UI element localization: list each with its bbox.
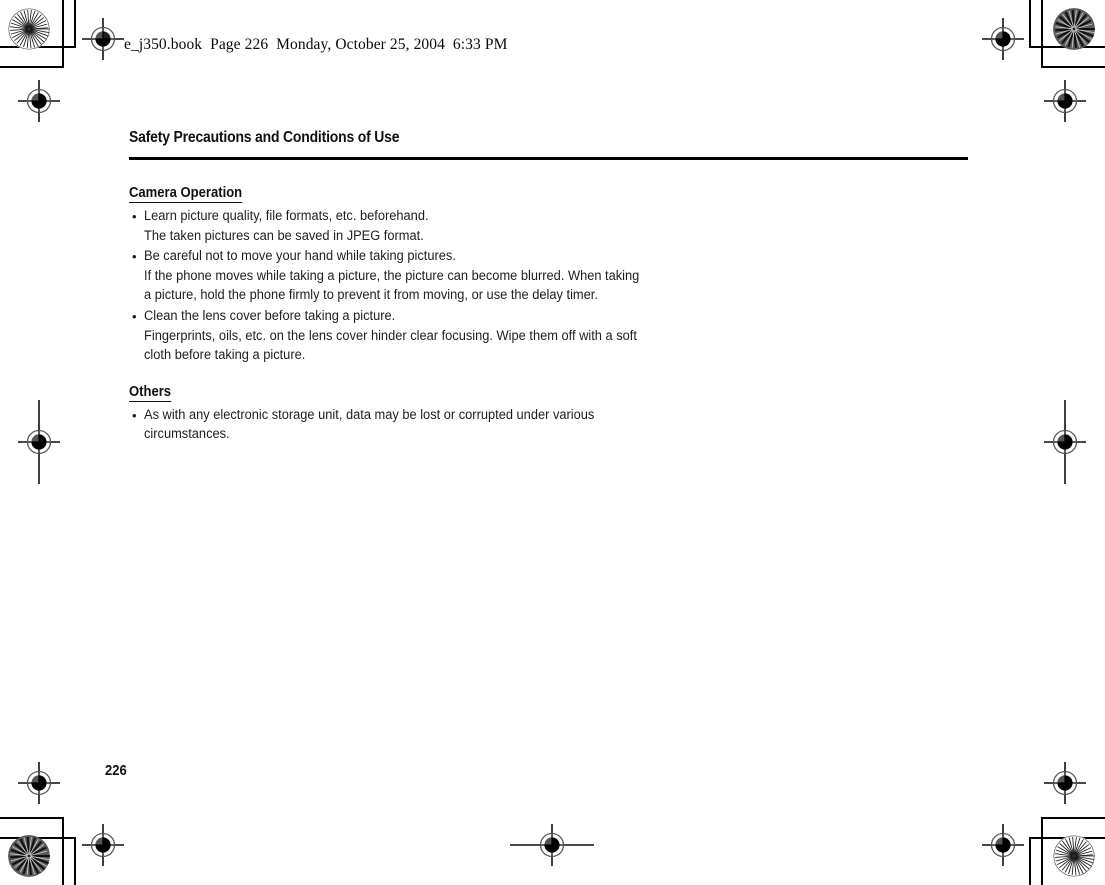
- bullet-list-camera-operation: Learn picture quality, file formats, etc…: [129, 207, 969, 366]
- star-density-target-bottom-right: [1053, 835, 1095, 877]
- title-rule: [129, 157, 968, 160]
- section-heading-camera-operation: Camera Operation: [129, 185, 243, 203]
- registration-mark-upper-right-inner: [1044, 80, 1086, 122]
- registration-mark-top-left: [82, 18, 124, 60]
- trim-line-bl-v-inner: [74, 837, 76, 885]
- continuation-block: The taken pictures can be saved in JPEG …: [144, 227, 969, 247]
- registration-mark-middle-left: [18, 400, 60, 484]
- registration-mark-upper-left-inner: [18, 80, 60, 122]
- registration-mark-middle-right: [1044, 400, 1086, 484]
- star-density-target-top-left: [8, 8, 50, 50]
- star-density-target-bottom-left: [8, 835, 50, 877]
- continuation-text: The taken pictures can be saved in JPEG …: [144, 227, 424, 244]
- trim-line-tl-v-inner: [74, 0, 76, 48]
- list-item: As with any electronic storage unit, dat…: [129, 406, 969, 445]
- continuation-text: circumstances.: [144, 426, 230, 443]
- trim-line-br-h-outer: [1041, 817, 1105, 819]
- trim-line-bl-v-outer: [62, 817, 64, 885]
- continuation-text: Fingerprints, oils, etc. on the lens cov…: [144, 327, 637, 344]
- trim-line-bl-h-outer: [0, 817, 64, 819]
- list-item: Learn picture quality, file formats, etc…: [129, 207, 969, 246]
- document-header-slug: e_j350.book Page 226 Monday, October 25,…: [124, 36, 508, 53]
- registration-mark-top-center-right: [982, 18, 1024, 60]
- bullet-list-others: As with any electronic storage unit, dat…: [129, 406, 969, 445]
- continuation-block: Fingerprints, oils, etc. on the lens cov…: [144, 327, 969, 366]
- section-camera-operation: Camera Operation Learn picture quality, …: [129, 184, 969, 366]
- registration-mark-bottom-left: [82, 824, 124, 866]
- continuation-block: circumstances.: [144, 425, 969, 445]
- registration-mark-lower-left-inner: [18, 762, 60, 804]
- trim-line-br-v-outer: [1041, 817, 1043, 885]
- list-item: Clean the lens cover before taking a pic…: [129, 307, 969, 366]
- trim-line-tl-h-outer: [0, 66, 64, 68]
- bullet-text: Clean the lens cover before taking a pic…: [144, 307, 396, 324]
- trim-line-tr-v-inner: [1029, 0, 1031, 48]
- section-others: Others As with any electronic storage un…: [129, 383, 969, 445]
- registration-mark-lower-right-inner: [1044, 762, 1086, 804]
- continuation-block: If the phone moves while taking a pictur…: [144, 267, 969, 306]
- star-density-target-top-right: [1053, 8, 1095, 50]
- bullet-text: Learn picture quality, file formats, etc…: [144, 208, 429, 224]
- registration-mark-bottom-center: [510, 824, 594, 866]
- continuation-text: cloth before taking a picture.: [144, 347, 306, 364]
- bullet-text: As with any electronic storage unit, dat…: [144, 406, 595, 423]
- trim-line-tr-v-outer: [1041, 0, 1043, 68]
- trim-line-tr-h-outer: [1041, 66, 1105, 68]
- page-content: Safety Precautions and Conditions of Use…: [129, 128, 969, 445]
- section-heading-others: Others: [129, 383, 172, 402]
- continuation-text: If the phone moves while taking a pictur…: [144, 267, 640, 284]
- page-number: 226: [105, 763, 127, 779]
- list-item: Be careful not to move your hand while t…: [129, 247, 969, 306]
- trim-line-br-v-inner: [1029, 837, 1031, 885]
- page-title: Safety Precautions and Conditions of Use: [129, 129, 400, 146]
- continuation-text: a picture, hold the phone firmly to prev…: [144, 287, 598, 304]
- registration-mark-bottom-right: [982, 824, 1024, 866]
- trim-line-tl-v-outer: [62, 0, 64, 68]
- bullet-text: Be careful not to move your hand while t…: [144, 248, 456, 265]
